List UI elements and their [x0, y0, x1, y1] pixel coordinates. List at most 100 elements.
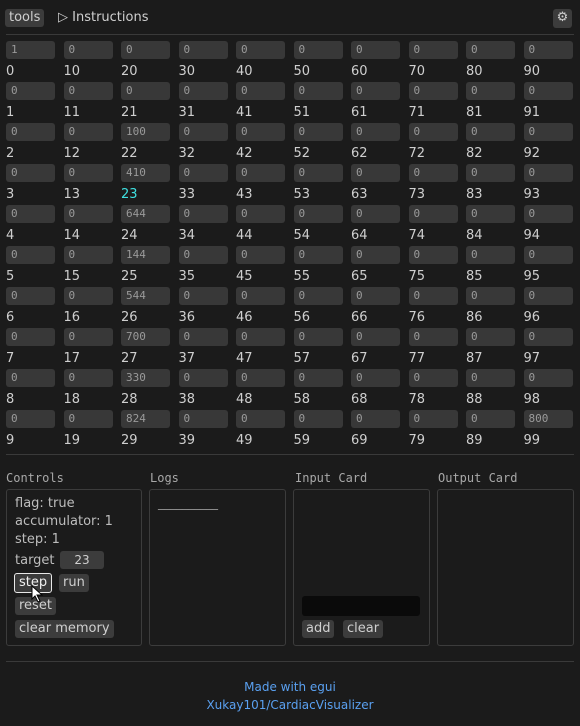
memory-cell-input[interactable]: 0: [63, 410, 113, 428]
memory-cell-input[interactable]: 0: [63, 205, 113, 223]
memory-cell-input[interactable]: 0: [63, 164, 113, 182]
memory-cell-input[interactable]: 0: [178, 287, 228, 305]
memory-cell-input[interactable]: 0: [236, 164, 285, 182]
memory-cell-input[interactable]: 0: [408, 410, 458, 428]
memory-cell-input[interactable]: 0: [351, 246, 400, 264]
memory-cell-input[interactable]: 0: [6, 328, 55, 346]
memory-cell-input[interactable]: 0: [236, 41, 285, 59]
memory-cell-input[interactable]: 0: [63, 328, 113, 346]
memory-cell-input[interactable]: 0: [466, 410, 515, 428]
repo-link[interactable]: Xukay101/CardiacVisualizer: [0, 698, 580, 712]
memory-cell-input[interactable]: 0: [236, 246, 285, 264]
memory-cell-input[interactable]: 0: [466, 328, 515, 346]
memory-cell-input[interactable]: 0: [178, 246, 228, 264]
memory-cell-input[interactable]: 0: [293, 287, 343, 305]
memory-cell-input[interactable]: 0: [523, 328, 573, 346]
memory-cell-input[interactable]: 0: [236, 328, 285, 346]
memory-cell-input[interactable]: 1: [6, 41, 55, 59]
memory-cell-input[interactable]: 0: [236, 369, 285, 387]
memory-cell-input[interactable]: 0: [293, 123, 343, 141]
memory-cell-input[interactable]: 0: [351, 123, 400, 141]
memory-cell-input[interactable]: 0: [408, 123, 458, 141]
memory-cell-input[interactable]: 0: [523, 287, 573, 305]
memory-cell-input[interactable]: 0: [178, 123, 228, 141]
memory-cell-input[interactable]: 100: [121, 123, 170, 141]
memory-cell-input[interactable]: 800: [523, 410, 573, 428]
memory-cell-input[interactable]: 0: [408, 328, 458, 346]
memory-cell-input[interactable]: 0: [408, 205, 458, 223]
memory-cell-input[interactable]: 0: [523, 123, 573, 141]
gear-icon[interactable]: ⚙: [553, 9, 572, 28]
memory-cell-input[interactable]: 824: [121, 410, 170, 428]
memory-cell-input[interactable]: 700: [121, 328, 170, 346]
input-card-field[interactable]: [302, 596, 420, 616]
memory-cell-input[interactable]: 0: [293, 328, 343, 346]
memory-cell-input[interactable]: 0: [63, 369, 113, 387]
memory-cell-input[interactable]: 0: [6, 410, 55, 428]
memory-cell-input[interactable]: 0: [63, 123, 113, 141]
memory-cell-input[interactable]: 0: [293, 410, 343, 428]
memory-cell-input[interactable]: 0: [466, 82, 515, 100]
memory-cell-input[interactable]: 0: [236, 287, 285, 305]
run-button[interactable]: run: [59, 574, 89, 592]
memory-cell-input[interactable]: 0: [293, 82, 343, 100]
memory-cell-input[interactable]: 0: [63, 287, 113, 305]
memory-cell-input[interactable]: 0: [408, 287, 458, 305]
add-button[interactable]: add: [302, 620, 335, 638]
tools-button[interactable]: tools: [5, 9, 45, 27]
memory-cell-input[interactable]: 0: [236, 205, 285, 223]
memory-cell-input[interactable]: 0: [293, 164, 343, 182]
memory-cell-input[interactable]: 0: [466, 123, 515, 141]
memory-cell-input[interactable]: 0: [178, 205, 228, 223]
memory-cell-input[interactable]: 0: [236, 410, 285, 428]
memory-cell-input[interactable]: 0: [178, 328, 228, 346]
memory-cell-input[interactable]: 0: [293, 369, 343, 387]
memory-cell-input[interactable]: 0: [466, 205, 515, 223]
clear-memory-button[interactable]: clear memory: [15, 620, 114, 638]
memory-cell-input[interactable]: 0: [293, 246, 343, 264]
memory-cell-input[interactable]: 0: [178, 82, 228, 100]
memory-cell-input[interactable]: 0: [351, 287, 400, 305]
memory-cell-input[interactable]: 0: [178, 369, 228, 387]
memory-cell-input[interactable]: 0: [523, 246, 573, 264]
memory-cell-input[interactable]: 0: [6, 287, 55, 305]
memory-cell-input[interactable]: 0: [351, 410, 400, 428]
memory-cell-input[interactable]: 0: [408, 41, 458, 59]
memory-cell-input[interactable]: 0: [6, 205, 55, 223]
memory-cell-input[interactable]: 0: [523, 369, 573, 387]
memory-cell-input[interactable]: 0: [351, 205, 400, 223]
memory-cell-input[interactable]: 0: [63, 82, 113, 100]
memory-cell-input[interactable]: 0: [523, 82, 573, 100]
memory-cell-input[interactable]: 0: [63, 41, 113, 59]
memory-cell-input[interactable]: 0: [466, 369, 515, 387]
target-input[interactable]: 23: [60, 551, 104, 569]
memory-cell-input[interactable]: 0: [351, 328, 400, 346]
memory-cell-input[interactable]: 330: [121, 369, 170, 387]
instructions-toggle[interactable]: ▷ Instructions: [58, 10, 148, 25]
memory-cell-input[interactable]: 0: [351, 41, 400, 59]
memory-cell-input[interactable]: 0: [351, 82, 400, 100]
clear-button[interactable]: clear: [343, 620, 384, 638]
memory-cell-input[interactable]: 0: [466, 246, 515, 264]
memory-cell-input[interactable]: 0: [6, 246, 55, 264]
memory-cell-input[interactable]: 0: [236, 82, 285, 100]
memory-cell-input[interactable]: 0: [6, 369, 55, 387]
memory-cell-input[interactable]: 0: [178, 164, 228, 182]
memory-cell-input[interactable]: 0: [178, 410, 228, 428]
memory-cell-input[interactable]: 544: [121, 287, 170, 305]
memory-cell-input[interactable]: 0: [6, 82, 55, 100]
memory-cell-input[interactable]: 410: [121, 164, 170, 182]
memory-cell-input[interactable]: 0: [466, 287, 515, 305]
memory-cell-input[interactable]: 0: [6, 164, 55, 182]
memory-cell-input[interactable]: 0: [293, 41, 343, 59]
memory-cell-input[interactable]: 0: [236, 123, 285, 141]
memory-cell-input[interactable]: 0: [523, 41, 573, 59]
memory-cell-input[interactable]: 0: [523, 164, 573, 182]
memory-cell-input[interactable]: 0: [293, 205, 343, 223]
memory-cell-input[interactable]: 0: [408, 82, 458, 100]
made-with-egui-link[interactable]: Made with egui: [0, 680, 580, 694]
memory-cell-input[interactable]: 0: [408, 164, 458, 182]
memory-cell-input[interactable]: 0: [6, 123, 55, 141]
memory-cell-input[interactable]: 644: [121, 205, 170, 223]
memory-cell-input[interactable]: 0: [351, 369, 400, 387]
